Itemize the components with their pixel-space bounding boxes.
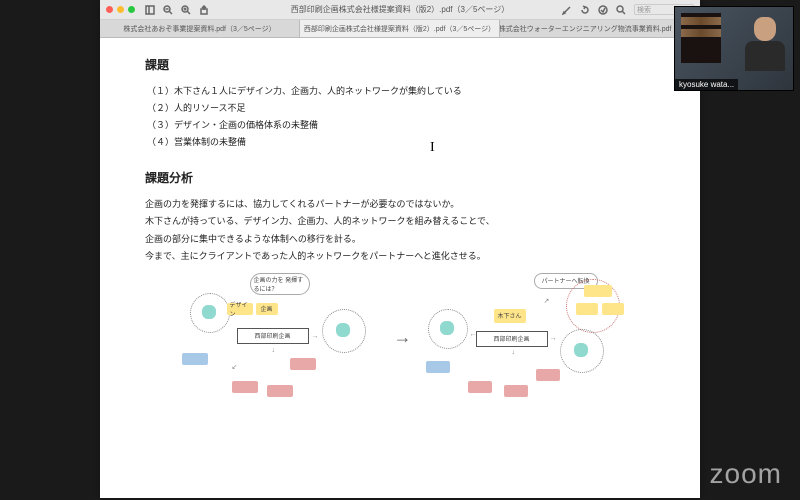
teal-node: [202, 305, 216, 319]
tab-2[interactable]: 株式会社ウォーターエンジニアリング物流事業資料.pdf（1／5…: [500, 20, 700, 37]
traffic-lights: [106, 6, 135, 13]
heading-issues: 課題: [145, 56, 660, 73]
center-box: 西部印刷企画: [476, 331, 548, 347]
tab-0[interactable]: 株式会社あおぞ事業提案資料.pdf（3／5ページ）: [100, 20, 300, 37]
arrow-right-icon: →: [394, 327, 412, 348]
blue-node: [426, 361, 450, 373]
bookshelf-bg: [681, 13, 721, 63]
window-title: 西部印刷企画株式会社様提案資料（版2）.pdf（3／5ページ）: [291, 4, 510, 15]
red-node: [504, 385, 528, 397]
diagram-row: 企画の力を 発揮するには？ デザイン 企画 西部印刷企画 ↓ ↙ → → パート…: [145, 273, 660, 403]
heading-analysis: 課題分析: [145, 169, 660, 186]
diagram-before: 企画の力を 発揮するには？ デザイン 企画 西部印刷企画 ↓ ↙ →: [172, 273, 382, 403]
search-icon[interactable]: [616, 5, 626, 15]
yellow-node: デザイン: [227, 303, 253, 315]
issue-item: （１）木下さん１人にデザイン力、企画力、人的ネットワークが集約している: [147, 83, 660, 100]
red-node: [536, 369, 560, 381]
yellow-node: 企画: [256, 303, 278, 315]
teal-node: [574, 343, 588, 357]
markup-icon[interactable]: [598, 5, 608, 15]
diagram-after: パートナーへ転換 木下さん 西部印刷企画 ↓ → ← ↗: [424, 273, 634, 403]
yellow-node: [602, 303, 624, 315]
text-cursor-icon: [430, 138, 431, 152]
zoom-in-icon[interactable]: [181, 5, 191, 15]
sidebar-icon[interactable]: [145, 5, 155, 15]
video-participant-tile[interactable]: kyosuke wata...: [674, 6, 794, 91]
rotate-icon[interactable]: [580, 5, 590, 15]
minimize-icon[interactable]: [117, 6, 124, 13]
center-box: 西部印刷企画: [237, 328, 309, 344]
close-icon[interactable]: [106, 6, 113, 13]
teal-node: [440, 321, 454, 335]
participant-name: kyosuke wata...: [675, 79, 738, 90]
yellow-node: [576, 303, 598, 315]
maximize-icon[interactable]: [128, 6, 135, 13]
document-page: 課題 （１）木下さん１人にデザイン力、企画力、人的ネットワークが集約している （…: [100, 38, 700, 498]
analysis-text: 企画の力を発揮するには、協力してくれるパートナーが必要なのではないか。 木下さん…: [145, 196, 660, 264]
oval-question: 企画の力を 発揮するには？: [250, 273, 310, 295]
person-silhouette: [742, 17, 787, 77]
red-node: [468, 381, 492, 393]
titlebar: 西部印刷企画株式会社様提案資料（版2）.pdf（3／5ページ） 検索: [100, 0, 700, 20]
red-node: [290, 358, 316, 370]
red-node: [267, 385, 293, 397]
tab-1[interactable]: 西部印刷企画株式会社様提案資料（版2）.pdf（3／5ページ）: [300, 20, 500, 37]
pdf-viewer-window: 西部印刷企画株式会社様提案資料（版2）.pdf（3／5ページ） 検索 株式会社あ…: [100, 0, 700, 498]
red-node: [232, 381, 258, 393]
issue-item: （２）人的リソース不足: [147, 100, 660, 117]
share-icon[interactable]: [199, 5, 209, 15]
issue-item: （３）デザイン・企画の価格体系の未整備: [147, 117, 660, 134]
blue-node: [182, 353, 208, 365]
yellow-node: [584, 285, 612, 297]
tab-bar: 株式会社あおぞ事業提案資料.pdf（3／5ページ） 西部印刷企画株式会社様提案資…: [100, 20, 700, 38]
issues-list: （１）木下さん１人にデザイン力、企画力、人的ネットワークが集約している （２）人…: [147, 83, 660, 151]
annotate-icon[interactable]: [562, 5, 572, 15]
issue-item: （４）営業体制の未整備: [147, 134, 660, 151]
toolbar-left: [145, 5, 209, 15]
teal-node: [336, 323, 350, 337]
zoom-watermark: zoom: [710, 458, 782, 490]
zoom-out-icon[interactable]: [163, 5, 173, 15]
yellow-center: 木下さん: [494, 309, 526, 323]
